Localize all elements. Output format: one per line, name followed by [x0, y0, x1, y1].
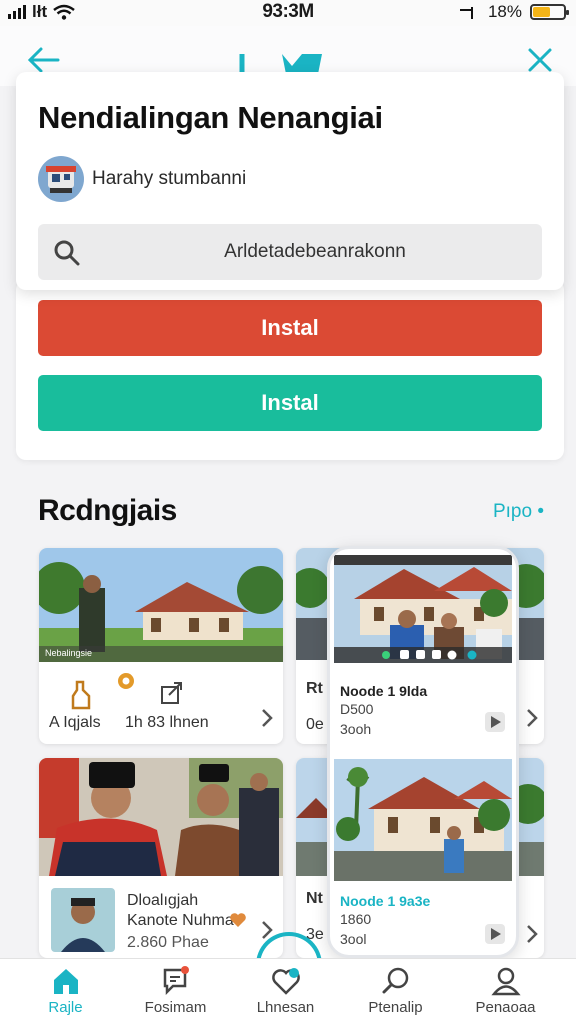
card-title-line1: Dloalıgjah — [127, 892, 199, 909]
badge-icon — [118, 673, 134, 689]
share-icon[interactable] — [159, 680, 185, 706]
install-button-secondary[interactable]: Instal — [38, 375, 542, 431]
tab-messages[interactable]: Fosimam — [118, 965, 233, 1016]
listing-card[interactable]: Nebalingsie A Iqjals 1h 83 lhnen — [39, 548, 283, 744]
tab-label: Lhnesan — [256, 999, 315, 1016]
chevron-right-icon[interactable] — [261, 708, 273, 728]
heart-icon — [271, 968, 300, 995]
tab-explore[interactable]: Ptenalip — [338, 965, 453, 1016]
card-meta-time: 1h 83 lhnen — [125, 714, 209, 731]
install-button-primary[interactable]: Instal — [38, 300, 542, 356]
tab-profile[interactable]: Penaoaa — [448, 965, 563, 1016]
phone-preview: Noode 1 9lda D500 3ooh Noode 1 9a3e 1860… — [327, 546, 519, 958]
phone-item2-title: Noode 1 9a3e — [340, 893, 431, 909]
listing-photo — [39, 758, 283, 876]
app-popup-card: Nendialingan Nenangiai Harahy stumbanni … — [16, 72, 564, 290]
phone-item1-sub2: 3ooh — [340, 721, 372, 737]
listing-card[interactable]: Dloalıgjah Kanote Nuhma 2.860 Phae — [39, 758, 283, 958]
tab-label: Rajle — [48, 999, 83, 1016]
chevron-right-icon[interactable] — [526, 708, 538, 728]
app-info-row: Harahy stumbanni — [38, 156, 246, 202]
tab-label: Penaoaa — [475, 999, 536, 1016]
play-icon[interactable] — [484, 711, 506, 733]
profile-thumbnail — [51, 888, 115, 952]
bottom-nav: Rajle Fosimam Lhnesan Ptenalip Penaoaa — [0, 958, 576, 1024]
phone-item2-sub2: 3ool — [340, 931, 367, 947]
search-placeholder: Arldetadebeanrakonn — [224, 241, 406, 262]
app-avatar-icon — [38, 156, 84, 202]
phone-photo-1 — [334, 555, 512, 663]
card-meta-left: A Iqjals — [49, 714, 101, 731]
heart-icon[interactable] — [229, 912, 247, 928]
card-title-fragment: Rt — [306, 680, 323, 697]
phone-photo-2 — [334, 759, 512, 881]
photo-caption: Nebalingsie — [45, 648, 93, 658]
phone-item1-title: Noode 1 9lda — [340, 683, 428, 699]
status-right: 18% — [458, 2, 569, 22]
search-field[interactable]: Arldetadebeanrakonn — [38, 224, 542, 280]
card-meta: 2.860 Phae — [127, 934, 209, 951]
section-see-more-link[interactable]: Pıpo • — [493, 501, 544, 523]
home-icon — [53, 969, 78, 994]
battery-icon — [530, 4, 569, 20]
phone-item2-sub1: 1860 — [340, 911, 372, 927]
search-icon — [382, 967, 408, 994]
bottle-icon — [71, 680, 91, 710]
play-icon[interactable] — [484, 923, 506, 945]
close-icon[interactable] — [526, 46, 554, 74]
tab-home[interactable]: Rajle — [8, 965, 123, 1016]
chevron-right-icon[interactable] — [526, 924, 538, 944]
search-icon — [54, 240, 80, 266]
battery-percent: 18% — [487, 2, 522, 21]
tab-label: Ptenalip — [368, 999, 423, 1016]
section-title: Rcdngjais — [38, 494, 177, 527]
card-title-fragment: Nt — [306, 890, 323, 907]
popup-title: Nendialingan Nenangiai — [38, 100, 383, 135]
location-arrow-icon — [459, 7, 473, 19]
card-sub-fragment: 0e — [306, 716, 324, 733]
back-arrow-icon[interactable] — [26, 46, 62, 74]
phone-item1-sub1: D500 — [340, 701, 374, 717]
profile-icon — [490, 967, 521, 996]
tab-favorites[interactable]: Lhnesan — [228, 965, 343, 1016]
tab-label: Fosimam — [144, 999, 207, 1016]
card-title-line2: Kanote Nuhma — [127, 912, 234, 929]
brand-logo-icon — [239, 54, 322, 74]
install-card: Instal Instal — [16, 280, 564, 460]
app-subtitle: Harahy stumbanni — [92, 168, 247, 189]
status-bar: lłt 93:3M 18% — [0, 0, 576, 26]
listing-photo — [39, 548, 283, 662]
chat-icon — [163, 966, 189, 996]
